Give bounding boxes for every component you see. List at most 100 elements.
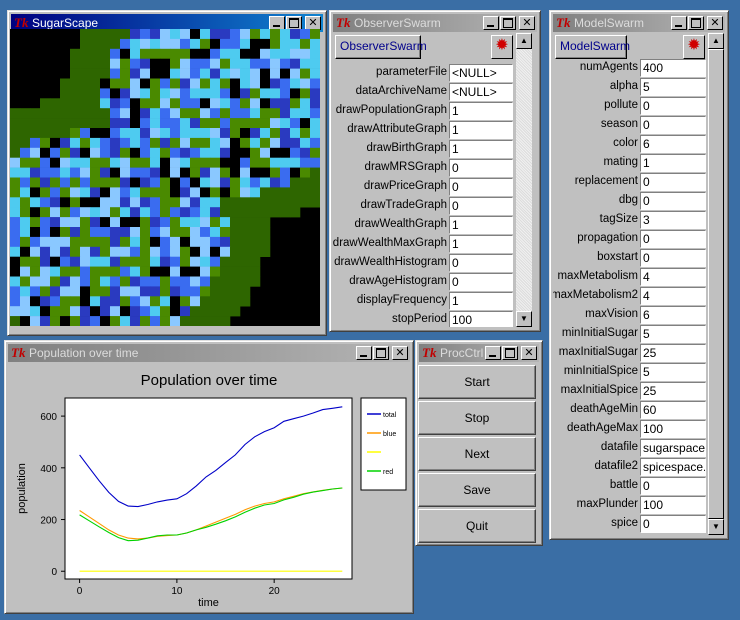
field-input-season[interactable]: 0	[640, 116, 706, 134]
field-label: numAgents	[579, 61, 638, 73]
field-input-maxInitialSpice[interactable]: 25	[640, 382, 706, 400]
minimize-button[interactable]	[485, 346, 501, 360]
grid-cell	[130, 266, 141, 277]
grid-cell	[120, 197, 131, 208]
field-input-drawPopulationGraph[interactable]: 1	[449, 102, 513, 120]
grid-cell	[120, 227, 131, 238]
field-input-pollute[interactable]: 0	[640, 97, 706, 115]
field-input-spice[interactable]: 0	[640, 515, 706, 533]
field-input-maxPlunder[interactable]: 100	[640, 496, 706, 514]
model-titlebar[interactable]: Tk ModelSwarm ✕	[553, 14, 725, 32]
observer-swarm-object-button[interactable]: ObserverSwarm	[335, 35, 427, 59]
field-row-maxInitialSpice: maxInitialSpice	[553, 382, 638, 401]
model-scrollbar[interactable]: ▲ ▼	[708, 33, 724, 535]
field-input-maxInitialSugar[interactable]: 25	[640, 344, 706, 362]
field-input-deathAgeMax[interactable]: 100	[640, 420, 706, 438]
save-button[interactable]: Save	[418, 473, 536, 507]
field-input-drawWealthGraph[interactable]: 1	[449, 216, 513, 234]
probe-bug-icon[interactable]: ✹	[683, 35, 705, 59]
field-input-deathAgeMin[interactable]: 60	[640, 401, 706, 419]
field-input-datafile2[interactable]: spicespace.p	[640, 458, 706, 476]
close-button[interactable]: ✕	[519, 16, 535, 30]
grid-cell	[20, 316, 31, 326]
grid-cell	[150, 58, 161, 69]
field-input-dbg[interactable]: 0	[640, 192, 706, 210]
probe-bug-icon[interactable]: ✹	[491, 35, 513, 59]
grid-cell	[140, 157, 151, 168]
field-input-color[interactable]: 6	[640, 135, 706, 153]
grid-cell	[280, 128, 291, 139]
field-input-stopPeriod[interactable]: 100	[449, 311, 513, 327]
model-swarm-object-button[interactable]: ModelSwarm	[555, 35, 630, 59]
start-button[interactable]: Start	[418, 365, 536, 399]
close-button[interactable]: ✕	[392, 346, 408, 360]
field-input-drawPriceGraph[interactable]: 0	[449, 178, 513, 196]
observer-titlebar[interactable]: Tk ObserverSwarm ✕	[333, 14, 537, 32]
grid-cell	[70, 306, 81, 317]
grid-cell	[180, 266, 191, 277]
field-input-replacement[interactable]: 0	[640, 173, 706, 191]
observer-scrollbar[interactable]: ▲ ▼	[516, 33, 532, 327]
scroll-down-arrow-icon[interactable]: ▼	[708, 519, 724, 535]
population-chart[interactable]: Population over time 0 200 400 600 0 10 20 time p…	[9, 364, 409, 608]
field-input-battle[interactable]: 0	[640, 477, 706, 495]
field-input-minInitialSpice[interactable]: 5	[640, 363, 706, 381]
field-input-drawAttributeGraph[interactable]: 1	[449, 121, 513, 139]
stop-button[interactable]: Stop	[418, 401, 536, 435]
minimize-button[interactable]	[356, 346, 372, 360]
field-input-numAgents[interactable]: 400	[640, 59, 706, 77]
sugarscape-grid[interactable]	[10, 29, 320, 326]
field-input-maxMetabolism[interactable]: 4	[640, 268, 706, 286]
field-input-drawBirthGraph[interactable]: 1	[449, 140, 513, 158]
field-input-minInitialSugar[interactable]: 5	[640, 325, 706, 343]
grid-cell	[20, 306, 31, 317]
scroll-up-arrow-icon[interactable]: ▲	[708, 33, 724, 49]
maximize-button[interactable]	[286, 16, 302, 30]
minimize-button[interactable]	[483, 16, 499, 30]
field-input-drawMRSGraph[interactable]: 0	[449, 159, 513, 177]
field-input-maxMetabolism2[interactable]: 4	[640, 287, 706, 305]
field-input-drawWealthHistogram[interactable]: 0	[449, 254, 513, 272]
grid-cell	[280, 108, 291, 119]
field-input-drawWealthMaxGraph[interactable]: 1	[449, 235, 513, 253]
grid-cell	[100, 78, 111, 89]
next-button[interactable]: Next	[418, 437, 536, 471]
field-input-boxstart[interactable]: 0	[640, 249, 706, 267]
minimize-button[interactable]	[269, 16, 285, 30]
grid-cell	[60, 167, 71, 178]
field-input-propagation[interactable]: 0	[640, 230, 706, 248]
field-input-tagSize[interactable]: 3	[640, 211, 706, 229]
maximize-button[interactable]	[500, 16, 516, 30]
scroll-down-arrow-icon[interactable]: ▼	[516, 311, 532, 327]
field-input-mating[interactable]: 1	[640, 154, 706, 172]
field-input-datafile[interactable]: sugarspace.p	[640, 439, 706, 457]
grid-cell	[130, 128, 141, 139]
quit-button[interactable]: Quit	[418, 509, 536, 543]
grid-cell	[170, 197, 181, 208]
close-button[interactable]: ✕	[521, 346, 537, 360]
maximize-button[interactable]	[502, 346, 518, 360]
grid-cell	[250, 98, 261, 109]
field-input-dataArchiveName[interactable]: <NULL>	[449, 83, 513, 101]
maximize-button[interactable]	[688, 16, 704, 30]
scroll-up-arrow-icon[interactable]: ▲	[516, 33, 532, 49]
procctrl-titlebar[interactable]: Tk ProcCtrl ✕	[419, 344, 539, 362]
field-input-displayFrequency[interactable]: 1	[449, 292, 513, 310]
field-input-drawAgeHistogram[interactable]: 0	[449, 273, 513, 291]
close-button[interactable]: ✕	[305, 16, 321, 30]
population-titlebar[interactable]: Tk Population over time ✕	[8, 344, 410, 362]
field-input-maxVision[interactable]: 6	[640, 306, 706, 324]
grid-cell	[190, 98, 201, 109]
grid-cell	[200, 48, 211, 59]
field-input-drawTradeGraph[interactable]: 0	[449, 197, 513, 215]
minimize-button[interactable]	[671, 16, 687, 30]
grid-cell	[130, 58, 141, 69]
field-input-parameterFile[interactable]: <NULL>	[449, 64, 513, 82]
grid-cell	[100, 68, 111, 79]
close-button[interactable]: ✕	[707, 16, 723, 30]
grid-cell	[80, 137, 91, 149]
maximize-button[interactable]	[373, 346, 389, 360]
grid-cell	[180, 58, 191, 69]
field-input-alpha[interactable]: 5	[640, 78, 706, 96]
scroll-thumb[interactable]	[708, 49, 724, 519]
